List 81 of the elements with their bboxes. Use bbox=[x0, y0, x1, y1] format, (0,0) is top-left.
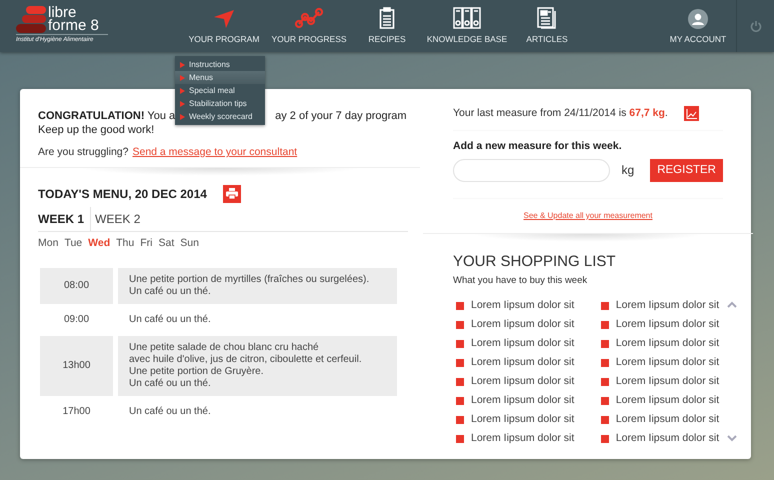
shopping-item: Lorem Iipsum dolor sit bbox=[471, 354, 574, 370]
dropdown-item[interactable]: Stabilization tips bbox=[175, 97, 265, 110]
consultant-link[interactable]: Send a message to your consultant bbox=[132, 145, 298, 161]
congratulation-message: CONGRATULATION! You a bbox=[38, 109, 176, 123]
logo-text: libre forme 8 bbox=[48, 6, 99, 32]
avatar-icon bbox=[688, 9, 708, 30]
day-tab[interactable]: Wed bbox=[88, 236, 112, 252]
bullet-icon bbox=[600, 434, 609, 442]
meal-time: 17h00 bbox=[40, 400, 113, 428]
bullet-icon bbox=[600, 358, 609, 366]
chart-button[interactable] bbox=[684, 106, 699, 122]
bullet-icon bbox=[600, 320, 609, 328]
power-icon[interactable] bbox=[750, 20, 762, 32]
last-measure-text: Your last measure from 24/11/2014 is 67,7 kg. bbox=[453, 106, 668, 121]
dropdown-item[interactable]: Instructions bbox=[175, 58, 265, 71]
measurements-link[interactable]: See & Update all your measurement bbox=[524, 210, 652, 220]
bullet-icon bbox=[456, 320, 464, 328]
nav-item[interactable]: YOUR PROGRAM bbox=[183, 0, 265, 52]
shopping-item: Lorem Iipsum dolor sit bbox=[616, 412, 720, 427]
unit-label: kg bbox=[622, 162, 634, 180]
triangle-icon bbox=[180, 62, 185, 68]
shopping-item: Lorem Iipsum dolor sit bbox=[616, 336, 720, 351]
dropdown-item[interactable]: Menus bbox=[175, 71, 265, 84]
bullet-icon bbox=[600, 378, 609, 386]
bullet-icon bbox=[456, 378, 464, 386]
shopping-item: Lorem Iipsum dolor sit bbox=[471, 316, 574, 332]
nav-item[interactable]: RECIPES bbox=[353, 0, 421, 52]
shopping-item: Lorem Iipsum dolor sit bbox=[471, 374, 574, 389]
scroll-up-icon[interactable] bbox=[727, 301, 737, 308]
scroll-down-icon[interactable] bbox=[727, 435, 737, 442]
menu-title: TODAY'S MENU, 20 DEC 2014 bbox=[38, 186, 207, 203]
day-tab[interactable]: Tue bbox=[64, 236, 84, 252]
congratulation-message: ay 2 of your 7 day program bbox=[275, 109, 407, 123]
day-tab[interactable]: Thu bbox=[116, 236, 136, 252]
shopping-item: Lorem Iipsum dolor sit bbox=[471, 412, 574, 427]
day-tab[interactable]: Sat bbox=[158, 236, 176, 252]
account-button[interactable]: MY ACCOUNT bbox=[660, 0, 736, 52]
shopping-item: Lorem Iipsum dolor sit bbox=[616, 392, 720, 408]
triangle-icon bbox=[180, 114, 185, 120]
week-tab[interactable]: WEEK 2 bbox=[95, 206, 146, 231]
struggling-question: Are you struggling? bbox=[38, 145, 128, 160]
nav-item[interactable]: KNOWLEDGE BASE bbox=[421, 0, 513, 52]
shopping-item: Lorem Iipsum dolor sit bbox=[616, 374, 720, 389]
shopping-item: Lorem Iipsum dolor sit bbox=[616, 316, 720, 332]
weight-field[interactable] bbox=[453, 158, 610, 182]
meal-description: Un café ou un thé. bbox=[118, 400, 397, 428]
bullet-icon bbox=[600, 340, 609, 348]
add-measure-title: Add a new measure for this week. bbox=[453, 138, 623, 154]
shopping-item: Lorem Iipsum dolor sit bbox=[616, 430, 720, 446]
week-tab[interactable]: WEEK 1 bbox=[38, 206, 92, 231]
shopping-item: Lorem Iipsum dolor sit bbox=[616, 298, 720, 313]
bullet-icon bbox=[456, 434, 464, 442]
shopping-item: Lorem Iipsum dolor sit bbox=[471, 430, 574, 446]
bullet-icon bbox=[600, 302, 609, 310]
nav-item[interactable]: ARTICLES bbox=[513, 0, 581, 52]
logo-mark-icon bbox=[16, 6, 48, 34]
bullet-icon bbox=[600, 396, 609, 404]
nav-item[interactable]: YOUR PROGRESS bbox=[265, 0, 353, 52]
day-tab[interactable]: Mon bbox=[38, 236, 60, 252]
bullet-icon bbox=[600, 416, 609, 424]
shopping-item: Lorem Iipsum dolor sit bbox=[471, 298, 574, 313]
shopping-item: Lorem Iipsum dolor sit bbox=[616, 354, 720, 370]
dropdown-item[interactable]: Weekly scorecard bbox=[175, 110, 265, 123]
bullet-icon bbox=[456, 340, 464, 348]
bullet-icon bbox=[456, 358, 464, 366]
bullet-icon bbox=[456, 416, 464, 424]
triangle-icon bbox=[180, 88, 185, 94]
register-button[interactable]: REGISTER bbox=[650, 158, 723, 182]
bullet-icon bbox=[456, 302, 464, 310]
bullet-icon bbox=[456, 396, 464, 404]
shopping-item: Lorem Iipsum dolor sit bbox=[471, 336, 574, 351]
triangle-icon bbox=[180, 100, 185, 106]
dropdown-item[interactable]: Special meal bbox=[175, 84, 265, 97]
shopping-list-title: YOUR SHOPPING LIST bbox=[453, 252, 617, 272]
encouragement-text: Keep up the good work! bbox=[38, 123, 156, 137]
print-button[interactable] bbox=[222, 184, 241, 203]
shopping-list-subtitle: What you have to buy this week bbox=[453, 274, 588, 288]
day-tab[interactable]: Fri bbox=[140, 236, 154, 252]
shopping-item: Lorem Iipsum dolor sit bbox=[471, 392, 574, 408]
triangle-icon bbox=[180, 74, 185, 80]
day-tab[interactable]: Sun bbox=[180, 236, 201, 252]
